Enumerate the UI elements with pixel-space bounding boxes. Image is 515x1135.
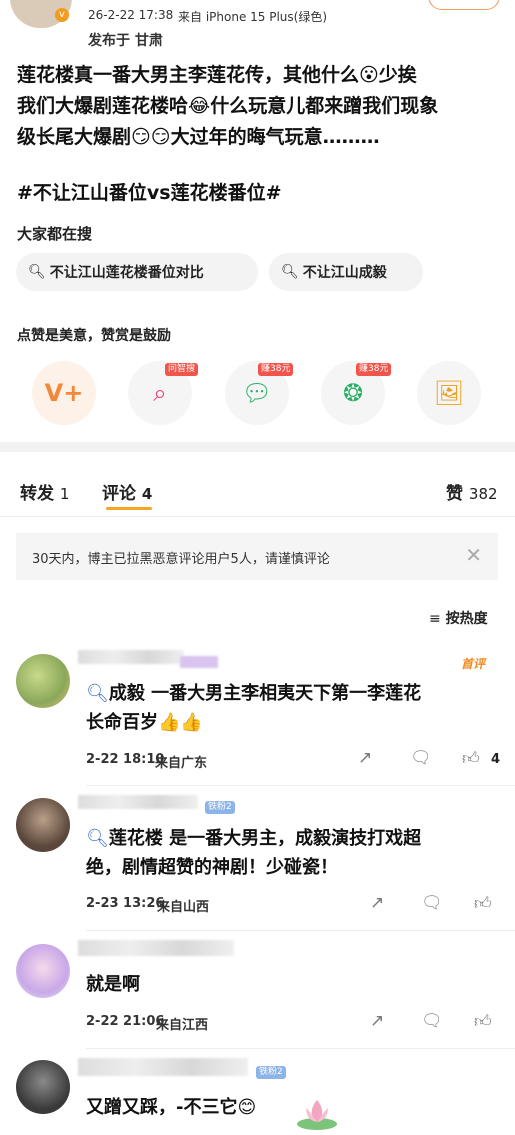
comment-like-count: 4 (491, 752, 501, 767)
tab-repost-count: 1 (59, 485, 70, 503)
wechat-icon: 💬︎ (241, 379, 273, 407)
tab-comments-count: 4 (141, 485, 153, 503)
comment-text: 是一番大男主，成毅演技打戏超 (162, 828, 422, 849)
save-image-icon: 🖼︎ (433, 379, 465, 407)
reward-badge-2: 问智搜 (165, 363, 199, 376)
tabs-divider (0, 516, 515, 517)
search-icon: 🔍︎ (281, 264, 299, 280)
tab-comments[interactable]: 评论 4 (102, 479, 152, 504)
comment-divider (86, 930, 515, 931)
fan-badge: 铁粉2 (256, 1066, 286, 1079)
comment-mention[interactable]: 成毅 (109, 683, 145, 704)
post-location: 发布于 甘肃 (88, 33, 163, 49)
like-icon[interactable]: 👍︎ (474, 893, 492, 914)
comment-location: 来自江西 (156, 1018, 209, 1033)
like-icon[interactable]: 👍︎ (474, 1011, 492, 1032)
comment-divider (86, 1048, 515, 1049)
comment-text-line-1: 就是啊 (86, 974, 140, 995)
magnifier-icon: ⌕ (153, 379, 167, 407)
tab-repost[interactable]: 转发 1 (20, 479, 69, 504)
comment-text-line-2: 绝，剧情超赞的神剧！少碰瓷！ (86, 857, 338, 878)
tab-repost-label: 转发 (20, 484, 54, 504)
comment-text-line-1: 🔍︎莲花楼 是一番大男主，成毅演技打戏超 (86, 824, 421, 853)
reward-vplus-button[interactable]: V+ (32, 361, 96, 425)
search-icon: 🔍︎ (86, 828, 109, 849)
reward-save-image-button[interactable]: 🖼︎ (417, 361, 481, 425)
reply-icon[interactable]: 🗨︎ (410, 748, 432, 768)
like-icon[interactable]: 👍︎ (462, 748, 480, 769)
sort-label: 按热度 (445, 611, 488, 627)
comment-text: 一番大男主李相夷天下第一李莲花 (144, 683, 422, 704)
reward-title: 点赞是美意，赞赏是鼓励 (17, 328, 171, 344)
tab-comments-label: 评论 (102, 484, 136, 504)
comment-avatar[interactable] (16, 654, 70, 708)
comment-divider (86, 785, 515, 786)
sort-button[interactable]: ≡ 按热度 (429, 608, 488, 628)
reply-icon[interactable]: 🗨︎ (421, 893, 443, 913)
tab-likes-label: 赞 (446, 484, 463, 504)
post-text-line-1: 莲花楼真一番大男主李莲花传，其他什么😮少挨 (17, 64, 417, 86)
comment-time: 2-23 13:26 (86, 896, 165, 911)
reward-badge-3: 赚38元 (258, 363, 294, 376)
lotus-icon (297, 1100, 337, 1130)
comment-time: 2-22 21:06 (86, 1014, 165, 1029)
post-text-line-3: 级长尾大爆剧😏😏大过年的晦气玩意……… (17, 126, 380, 148)
reply-icon[interactable]: 🗨︎ (421, 1011, 443, 1031)
comment-username-blurred[interactable] (78, 940, 234, 956)
comment-location: 来自山西 (157, 900, 210, 915)
close-icon[interactable]: ✕ (465, 543, 482, 567)
fan-badge: 铁粉2 (205, 801, 235, 814)
comment-mention[interactable]: 莲花楼 (109, 828, 163, 849)
comment-time: 2-22 18:10 (86, 752, 165, 767)
share-icon[interactable]: ↗ (370, 1011, 384, 1031)
comment-text-line-2: 长命百岁👍👍 (86, 712, 203, 733)
search-chip-2[interactable]: 🔍︎ 不让江山成毅 (269, 253, 423, 291)
share-icon[interactable]: ↗ (370, 893, 384, 913)
tab-likes[interactable]: 赞 382 (446, 479, 498, 504)
comment-user-tag-blurred (180, 656, 218, 668)
notice-text: 30天内，博主已拉黑恶意评论用户5人，请谨慎评论 (32, 552, 330, 567)
lotus-sticker-icon (296, 1094, 338, 1130)
tab-active-indicator (106, 507, 152, 510)
comment-text-line-1: 🔍︎成毅 一番大男主李相夷天下第一李莲花 (86, 679, 421, 708)
sort-icon: ≡ (429, 611, 441, 627)
follow-button[interactable] (428, 0, 500, 10)
post-hashtag[interactable]: #不让江山番位vs莲花楼番位# (17, 178, 282, 209)
post-source: 来自 iPhone 15 Plus(绿色) (178, 10, 328, 24)
comment-avatar[interactable] (16, 944, 70, 998)
comment-avatar[interactable] (16, 798, 70, 852)
comment-location: 来自广东 (155, 756, 208, 771)
search-chip-1-label: 不让江山莲花楼番位对比 (49, 265, 204, 281)
search-icon: 🔍︎ (28, 264, 46, 280)
comment-username-blurred[interactable] (78, 795, 198, 809)
section-divider (0, 442, 515, 452)
post-text-line-2: 我们大爆剧莲花楼哈😂什么玩意儿都来蹭我们现象 (17, 95, 439, 117)
vplus-icon: V+ (44, 379, 84, 407)
comment-text-line-1: 又蹭又踩，-不三它😊 (86, 1097, 257, 1118)
search-chip-2-label: 不让江山成毅 (302, 265, 387, 281)
verified-badge-icon: v (55, 8, 69, 22)
moments-icon: ❂ (342, 379, 364, 407)
share-icon[interactable]: ↗ (358, 748, 372, 768)
comment-username-blurred[interactable] (78, 1058, 248, 1076)
reward-badge-4: 赚38元 (356, 363, 392, 376)
comment-avatar[interactable] (16, 1060, 70, 1114)
tab-likes-count: 382 (468, 485, 498, 503)
search-chip-1[interactable]: 🔍︎ 不让江山莲花楼番位对比 (16, 253, 258, 291)
post-time: 26-2-22 17:38 (88, 8, 174, 22)
search-icon: 🔍︎ (86, 683, 109, 704)
notice-bar: 30天内，博主已拉黑恶意评论用户5人，请谨慎评论 ✕ (16, 533, 498, 580)
comment-username-blurred[interactable] (78, 650, 184, 664)
first-comment-badge: 首评 (461, 657, 486, 671)
search-section-title: 大家都在搜 (17, 225, 93, 243)
